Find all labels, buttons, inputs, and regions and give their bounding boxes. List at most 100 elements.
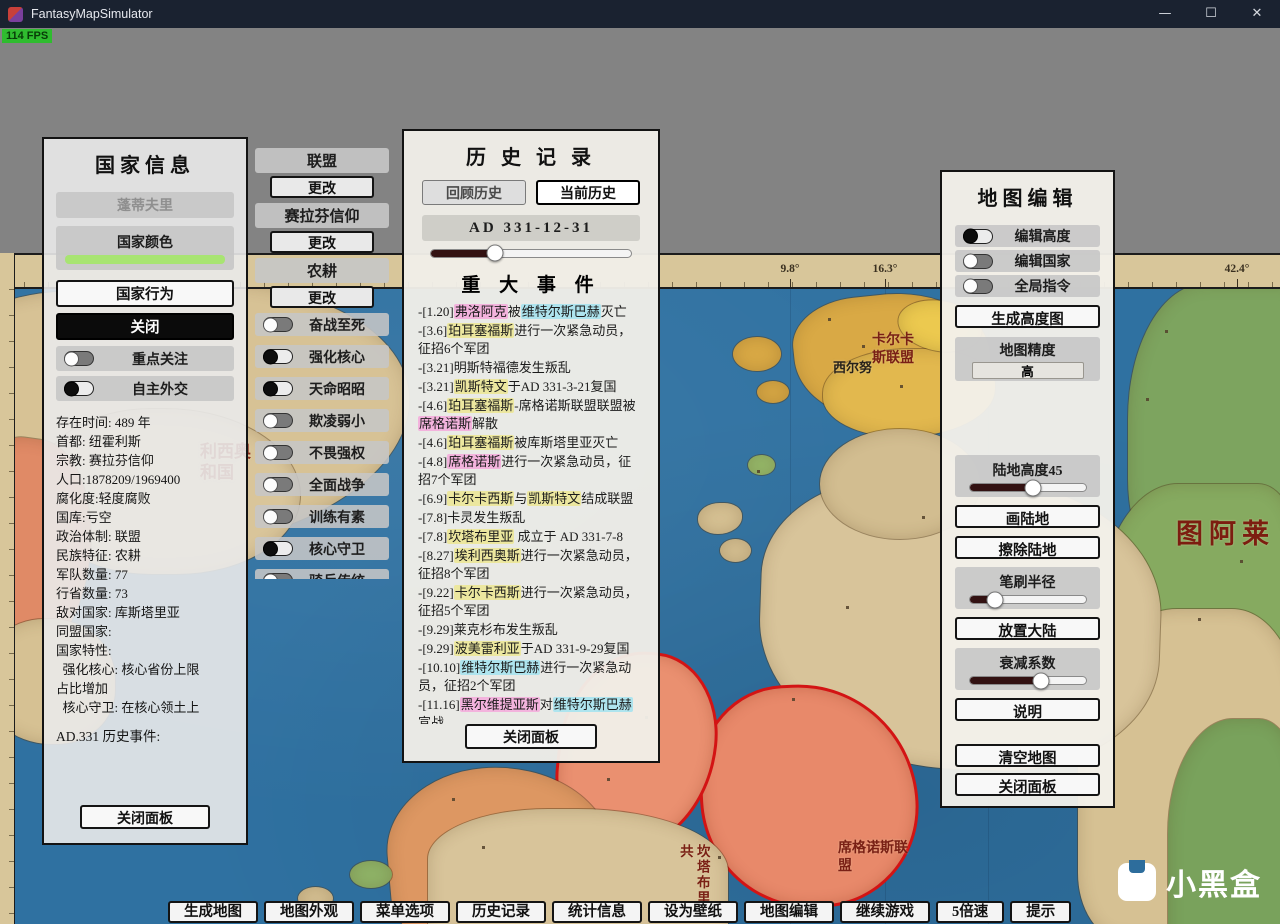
country-stats: 存在时间: 489 年首都: 纽霍利斯 宗教: 赛拉芬信仰 人口:1878209/1… bbox=[56, 413, 234, 717]
event-text: 被 bbox=[507, 303, 521, 319]
change-button[interactable]: 更改 bbox=[270, 286, 374, 308]
land-height-label: 陆地高度45 bbox=[992, 464, 1063, 479]
country-name-highlight: 维特尔斯巴赫 bbox=[520, 303, 601, 319]
bottom-bar-button[interactable]: 统计信息 bbox=[552, 901, 642, 923]
toggle-row[interactable]: 强化核心 bbox=[255, 345, 389, 368]
toggle-pill[interactable] bbox=[64, 351, 94, 366]
city-marker bbox=[718, 856, 721, 859]
toggle-pill[interactable] bbox=[263, 509, 293, 524]
brush-radius-slider[interactable] bbox=[968, 591, 1087, 608]
country-color-control: 国家颜色 bbox=[56, 226, 234, 270]
bottom-bar-button[interactable]: 提示 bbox=[1010, 901, 1072, 923]
toggle-pill[interactable] bbox=[963, 228, 993, 244]
bottom-bar-button[interactable]: 菜单选项 bbox=[360, 901, 450, 923]
map-precision-label: 地图精度 bbox=[999, 343, 1056, 359]
city-marker bbox=[828, 318, 831, 321]
toggle-pill[interactable] bbox=[263, 573, 293, 579]
toggle-row[interactable]: 训练有素 bbox=[255, 505, 389, 528]
bottom-bar-button[interactable]: 地图外观 bbox=[264, 901, 354, 923]
history-close-panel-button[interactable]: 关闭面板 bbox=[465, 724, 597, 749]
toggle-knob bbox=[263, 349, 278, 364]
toggle-row[interactable]: 欺凌弱小 bbox=[255, 409, 389, 432]
history-event: -[9.22]卡尔卡西斯进行一次紧急动员，征招5个军团 bbox=[418, 584, 644, 620]
toggle-row[interactable]: 编辑国家 bbox=[955, 250, 1100, 272]
minimize-button[interactable]: — bbox=[1142, 0, 1188, 28]
help-button[interactable]: 说明 bbox=[955, 698, 1100, 721]
toggle-pill[interactable] bbox=[263, 413, 293, 428]
toggle-row[interactable]: 全局指令 bbox=[955, 275, 1100, 297]
toggle-pill[interactable] bbox=[263, 317, 293, 332]
slider-knob[interactable] bbox=[986, 591, 1004, 608]
country-color-swatch[interactable] bbox=[64, 255, 226, 264]
toggle-row[interactable]: 天命昭昭 bbox=[255, 377, 389, 400]
toggle-pill[interactable] bbox=[64, 381, 94, 396]
map-country-label: 图阿莱 bbox=[1176, 519, 1275, 549]
country-name-highlight: 弗洛阿克 bbox=[453, 303, 508, 319]
slider-knob[interactable] bbox=[1024, 479, 1042, 496]
tab-current-history[interactable]: 当前历史 bbox=[536, 180, 640, 205]
toggle-pill[interactable] bbox=[263, 477, 293, 492]
country-stat-line: 腐化度:轻度腐败 bbox=[56, 491, 151, 506]
place-continent-button[interactable]: 放置大陆 bbox=[955, 617, 1100, 640]
attribute-value-chip: 联盟 bbox=[255, 148, 389, 173]
slider-knob[interactable] bbox=[1032, 672, 1050, 689]
panel-map-edit: 地图编辑 编辑高度 编辑国家 全局指令 生成高度图 地图精度 高 陆地高度45 画陆… bbox=[940, 170, 1115, 808]
toggle-label: 编辑高度 bbox=[1014, 230, 1071, 245]
maximize-button[interactable]: ☐ bbox=[1188, 0, 1234, 28]
event-text: 于AD 331-3-21复国 bbox=[507, 378, 617, 394]
event-text: 结成联盟 bbox=[581, 490, 634, 506]
toggle-row[interactable]: 自主外交 bbox=[56, 376, 234, 401]
map-edit-close-panel-button[interactable]: 关闭面板 bbox=[955, 773, 1100, 796]
attribute-group: 联盟 更改 bbox=[255, 148, 389, 198]
country-close-panel-button[interactable]: 关闭面板 bbox=[80, 805, 210, 829]
tab-review-history[interactable]: 回顾历史 bbox=[422, 180, 526, 205]
change-button[interactable]: 更改 bbox=[270, 231, 374, 253]
bottom-bar-button[interactable]: 继续游戏 bbox=[840, 901, 930, 923]
longitude-tick bbox=[885, 279, 886, 287]
bottom-bar-button[interactable]: 历史记录 bbox=[456, 901, 546, 923]
generate-heightmap-button[interactable]: 生成高度图 bbox=[955, 305, 1100, 328]
attribute-value-chip: 赛拉芬信仰 bbox=[255, 203, 389, 228]
toggle-row[interactable]: 骑兵传统 bbox=[255, 569, 389, 579]
major-events-title: 重 大 事 件 bbox=[461, 274, 601, 296]
toggle-row[interactable]: 全面战争 bbox=[255, 473, 389, 496]
toggle-pill[interactable] bbox=[963, 278, 993, 294]
history-tabs: 回顾历史 当前历史 bbox=[416, 180, 646, 205]
draw-land-button[interactable]: 画陆地 bbox=[955, 505, 1100, 528]
toggle-row[interactable]: 不畏强权 bbox=[255, 441, 389, 464]
toggle-pill[interactable] bbox=[263, 381, 293, 396]
change-button[interactable]: 更改 bbox=[270, 176, 374, 198]
bottom-bar-button[interactable]: 5倍速 bbox=[936, 901, 1005, 923]
country-action-button[interactable]: 国家行为 bbox=[56, 280, 234, 307]
slider-knob[interactable] bbox=[486, 244, 504, 262]
island bbox=[698, 503, 742, 534]
toggle-row[interactable]: 核心守卫 bbox=[255, 537, 389, 560]
history-date-slider[interactable] bbox=[430, 244, 632, 262]
toggle-pill[interactable] bbox=[263, 541, 293, 556]
longitude-tick bbox=[790, 279, 791, 287]
land-height-slider[interactable] bbox=[968, 479, 1087, 496]
country-name-highlight: 波美雷利亚 bbox=[453, 640, 521, 656]
country-close-button[interactable]: 关闭 bbox=[56, 313, 234, 340]
toggle-row[interactable]: 奋战至死 bbox=[255, 313, 389, 336]
decay-factor-slider[interactable] bbox=[968, 672, 1087, 689]
toggle-row[interactable]: 编辑高度 bbox=[955, 225, 1100, 247]
city-marker bbox=[1198, 618, 1201, 621]
island bbox=[350, 861, 392, 888]
clear-map-button[interactable]: 清空地图 bbox=[955, 744, 1100, 767]
toggle-pill[interactable] bbox=[263, 445, 293, 460]
toggle-pill[interactable] bbox=[263, 349, 293, 364]
panel-history: 历 史 记 录 回顾历史 当前历史 AD 331-12-31 重 大 事 件 -… bbox=[402, 129, 660, 763]
toggle-pill[interactable] bbox=[963, 253, 993, 269]
event-text: -[7.8] bbox=[418, 528, 448, 544]
close-window-button[interactable]: ✕ bbox=[1234, 0, 1280, 28]
toggle-knob bbox=[263, 381, 278, 396]
toggle-row[interactable]: 重点关注 bbox=[56, 346, 234, 371]
map-precision-value-button[interactable]: 高 bbox=[971, 361, 1084, 379]
bottom-bar-button[interactable]: 设为壁纸 bbox=[648, 901, 738, 923]
erase-land-button[interactable]: 擦除陆地 bbox=[955, 536, 1100, 559]
country-name-highlight: 珀耳塞福斯 bbox=[447, 322, 515, 338]
country-name-highlight: 坎塔布里亚 bbox=[447, 528, 515, 544]
bottom-bar-button[interactable]: 地图编辑 bbox=[744, 901, 834, 923]
bottom-bar-button[interactable]: 生成地图 bbox=[168, 901, 258, 923]
